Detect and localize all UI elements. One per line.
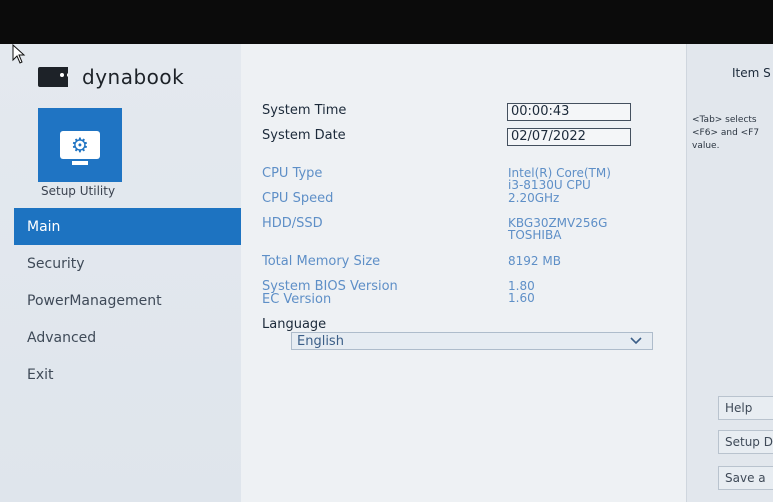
gear-icon: ⚙ <box>71 133 89 157</box>
nav-item-main[interactable]: Main <box>14 208 241 245</box>
sidebar-nav: Main Security PowerManagement Advanced E… <box>14 208 241 393</box>
help-text-line: value. <box>692 141 720 151</box>
help-button[interactable]: Help <box>718 396 773 420</box>
brand-name: dynabook <box>82 65 185 89</box>
total-memory-label: Total Memory Size <box>262 254 381 269</box>
help-text: <Tab> selects <F6> and <F7 value. <box>692 114 759 153</box>
total-memory-value: 8192 MB <box>508 254 561 268</box>
setup-utility-label: Setup Utility <box>41 184 116 198</box>
nav-item-exit[interactable]: Exit <box>14 356 241 393</box>
dynabook-logo: dynabook <box>38 64 184 90</box>
mouse-pointer-icon <box>12 44 26 64</box>
language-label: Language <box>262 317 327 332</box>
ec-version-label: EC Version <box>262 292 332 307</box>
bios-screen: dynabook ⚙ Setup Utility Main Security P… <box>0 44 773 502</box>
system-date-label: System Date <box>262 128 346 143</box>
help-text-line: <F6> and <F7 <box>692 128 760 138</box>
save-and-exit-button[interactable]: Save a <box>718 466 773 490</box>
nav-item-security[interactable]: Security <box>14 245 241 282</box>
cpu-speed-value: 2.20GHz <box>508 191 560 205</box>
system-date-field[interactable]: 02/07/2022 <box>507 128 631 146</box>
help-text-line: <Tab> selects <box>692 115 757 125</box>
cpu-speed-label: CPU Speed <box>262 191 334 206</box>
cpu-type-label: CPU Type <box>262 166 323 181</box>
hdd-ssd-label: HDD/SSD <box>262 216 323 231</box>
cpu-type-value-line2: i3-8130U CPU <box>508 178 591 192</box>
system-time-field[interactable]: 00:00:43 <box>507 103 631 121</box>
setup-defaults-button[interactable]: Setup D <box>718 430 773 454</box>
hdd-ssd-value-line2: TOSHIBA <box>508 228 562 242</box>
chevron-down-icon <box>630 337 642 345</box>
ec-version-value: 1.60 <box>508 291 535 305</box>
setup-utility-icon: ⚙ <box>38 108 122 182</box>
nav-item-advanced[interactable]: Advanced <box>14 319 241 356</box>
sidebar: dynabook ⚙ Setup Utility Main Security P… <box>0 44 241 502</box>
language-dropdown[interactable]: English <box>291 332 653 350</box>
language-value: English <box>297 333 344 349</box>
system-time-label: System Time <box>262 103 347 118</box>
help-panel-title: Item S <box>732 66 771 80</box>
help-panel: Item S <Tab> selects <F6> and <F7 value.… <box>686 44 773 502</box>
dynabook-logo-mark <box>38 67 74 87</box>
nav-item-power-management[interactable]: PowerManagement <box>14 282 241 319</box>
monitor-icon: ⚙ <box>60 131 100 165</box>
main-panel: System Time 00:00:43 System Date 02/07/2… <box>241 44 686 502</box>
